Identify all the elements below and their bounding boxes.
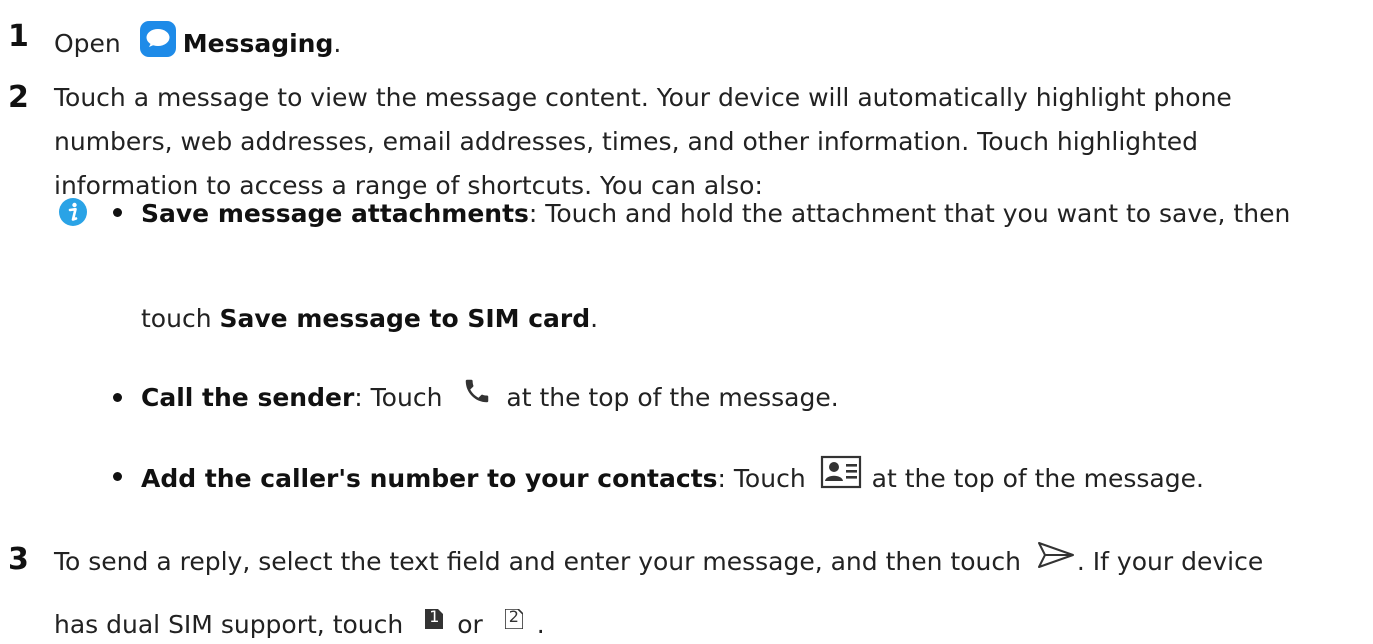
bullet-dot: [113, 208, 122, 217]
bullet-3-text-before: Touch: [733, 464, 806, 493]
step-2-text: Touch a message to view the message cont…: [54, 83, 1232, 200]
bullet-add-contact: Add the caller's number to your contacts…: [141, 455, 1204, 497]
bullet-2-text-after: at the top of the message.: [506, 383, 839, 412]
bullet-1-text2-prefix: touch: [141, 304, 220, 333]
step-3-line1-before: To send a reply, select the text field a…: [54, 547, 1021, 576]
info-icon: [58, 197, 88, 227]
bullet-dot: [113, 393, 122, 402]
messaging-app-icon: [139, 20, 177, 58]
sim-2-label: 2: [508, 607, 519, 626]
step-1-suffix: .: [333, 29, 342, 58]
step-3-line2-mid: or: [457, 610, 483, 639]
bullet-3-text-after: at the top of the message.: [871, 464, 1204, 493]
bullet-2-sep: :: [354, 383, 371, 412]
sim-2-icon: 2: [503, 607, 524, 630]
sim-1-label: 1: [429, 607, 440, 626]
bullet-save-attachments-line2: touch Save message to SIM card.: [141, 306, 598, 331]
step-3-line1: To send a reply, select the text field a…: [54, 542, 1264, 578]
bullet-3-title: Add the caller's number to your contacts: [141, 464, 718, 493]
bullet-call-sender: Call the sender: Touch at the top of the…: [141, 379, 839, 414]
step-1-line: Open Messaging.: [54, 21, 342, 64]
contact-card-icon: [820, 455, 862, 489]
messaging-app-name: Messaging: [182, 29, 334, 58]
phone-icon: [462, 376, 492, 406]
send-icon: [1037, 540, 1075, 570]
bullet-3-sep: :: [717, 464, 734, 493]
step-3-line1-after: . If your device: [1076, 547, 1264, 576]
bullet-2-title: Call the sender: [141, 383, 355, 412]
bullet-dot: [113, 472, 122, 481]
bullet-save-attachments: Save message attachments: Touch and hold…: [141, 201, 1290, 226]
step-number-3: 3: [8, 542, 29, 577]
bullet-1-text: Touch and hold the attachment that you w…: [545, 199, 1291, 228]
bullet-1-title: Save message attachments: [141, 199, 529, 228]
sim-1-icon: 1: [425, 607, 444, 629]
save-to-sim-label: Save message to SIM card: [219, 304, 591, 333]
bullet-1-text2-suffix: .: [590, 304, 599, 333]
step-3-line2-before: has dual SIM support, touch: [54, 610, 404, 639]
bullet-1-sep: :: [528, 199, 546, 228]
step-3-line2: has dual SIM support, touch 1 or 2 .: [54, 608, 545, 639]
step-number-2: 2: [8, 80, 29, 115]
step-3-line2-after: .: [536, 610, 545, 639]
bullet-2-text-before: Touch: [370, 383, 443, 412]
step-number-1: 1: [8, 19, 29, 54]
step-1-prefix: Open: [54, 29, 121, 58]
